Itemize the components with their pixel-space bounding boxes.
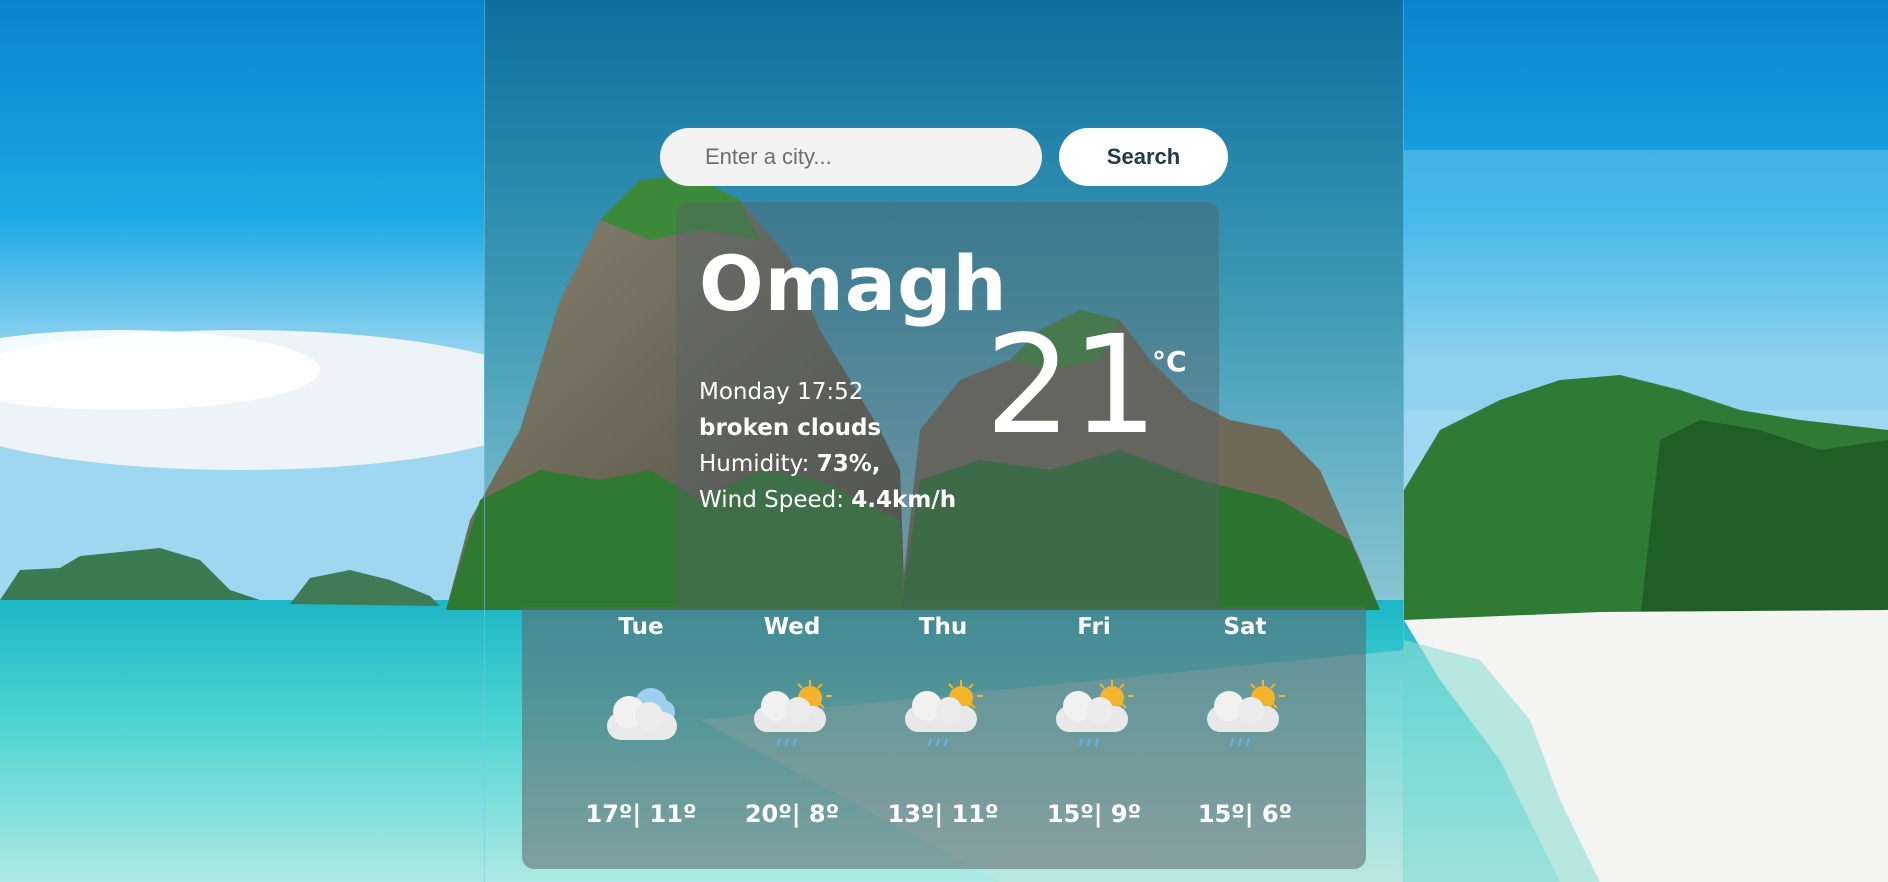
forecast-day: Wed 20º| 8º: [717, 610, 867, 828]
forecast-list: Tue 17º| 11º Wed 20º| 8º Thu 13º| 11º Fr…: [566, 610, 1293, 850]
forecast-day: Sat 15º| 6º: [1170, 610, 1320, 828]
humidity: Humidity: 73%,: [699, 446, 956, 482]
sun-cloud-rain-icon: [754, 680, 832, 747]
forecast-temps: 20º| 8º: [744, 800, 840, 828]
forecast-day-name: Tue: [618, 614, 664, 640]
city-search-input[interactable]: [660, 128, 1042, 186]
temperature-unit: °C: [1152, 345, 1187, 378]
forecast-day: Thu 13º| 11º: [868, 610, 1018, 828]
forecast-temps: 15º| 9º: [1046, 800, 1142, 828]
forecast-temps: 15º| 6º: [1197, 800, 1293, 828]
weather-description: broken clouds: [699, 415, 882, 441]
current-temperature: 21: [985, 307, 1159, 465]
sun-cloud-rain-icon: [1207, 680, 1285, 747]
humidity-label: Humidity:: [699, 451, 817, 477]
wind-value: 4.4km/h: [851, 487, 957, 513]
forecast-day-name: Thu: [918, 614, 968, 640]
wind-label: Wind Speed:: [699, 487, 852, 513]
sun-cloud-rain-icon: [1056, 680, 1134, 747]
forecast-day: Tue 17º| 11º: [566, 610, 716, 828]
date-time: Monday 17:52: [699, 379, 864, 405]
forecast-day: Fri 15º| 9º: [1019, 610, 1169, 828]
wind-speed: Wind Speed: 4.4km/h: [699, 482, 956, 518]
forecast-day-name: Sat: [1223, 614, 1267, 640]
sun-cloud-rain-icon: [905, 680, 983, 747]
search-button[interactable]: Search: [1059, 128, 1228, 186]
forecast-day-name: Wed: [763, 614, 821, 640]
forecast-temps: 13º| 11º: [887, 800, 999, 828]
forecast-temps: 17º| 11º: [585, 800, 697, 828]
city-name: Omagh: [699, 239, 1008, 328]
weather-details: Monday 17:52 broken clouds Humidity: 73%…: [699, 374, 956, 518]
cloudy-icon: [607, 688, 677, 740]
search-bar: Search: [660, 128, 1228, 186]
forecast-day-name: Fri: [1077, 614, 1111, 640]
humidity-value: 73%,: [816, 451, 881, 477]
